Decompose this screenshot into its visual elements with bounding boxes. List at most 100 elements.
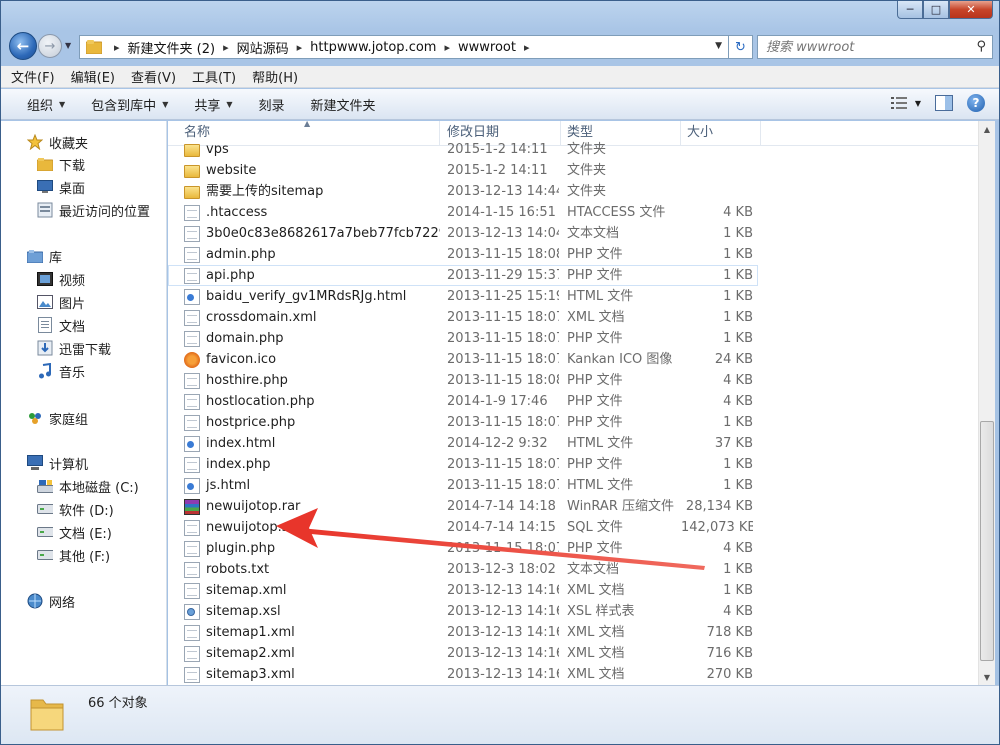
- file-row[interactable]: hostlocation.php 2014-1-9 17:46 PHP 文件 4 KB: [168, 391, 758, 412]
- search-input[interactable]: [764, 38, 968, 56]
- nav-item-drive-c[interactable]: 本地磁盘 (C:): [37, 475, 139, 497]
- doc-file-icon: [184, 540, 200, 557]
- file-name-cell: sitemap3.xml: [184, 664, 440, 685]
- nav-libraries[interactable]: 库: [27, 245, 62, 267]
- file-row[interactable]: sitemap2.xml 2013-12-13 14:16 XML 文档 716 KB: [168, 643, 758, 664]
- file-row[interactable]: crossdomain.xml 2013-11-15 18:07 XML 文档 1 K…: [168, 307, 758, 328]
- nav-item-thunder[interactable]: 迅雷下载: [37, 337, 111, 359]
- nav-item-documents[interactable]: 文档: [37, 314, 85, 336]
- nav-homegroup[interactable]: 家庭组: [27, 407, 88, 429]
- address-bar[interactable]: ▸ 新建文件夹 (2) ▸ 网站源码 ▸ httpwww.jotop.com ▸ wwwroo…: [79, 35, 729, 59]
- file-row[interactable]: js.html 2013-11-15 18:07 HTML 文件 1 KB: [168, 475, 758, 496]
- nav-network[interactable]: 网络: [27, 590, 75, 612]
- file-row[interactable]: .htaccess 2014-1-15 16:51 HTACCESS 文件 4 KB: [168, 202, 758, 223]
- nav-item-downloads[interactable]: 下载: [37, 153, 85, 175]
- nav-item-recent[interactable]: 最近访问的位置: [37, 199, 150, 221]
- breadcrumb-chevron-icon[interactable]: ▸: [524, 41, 530, 54]
- nav-favorites[interactable]: 收藏夹: [27, 131, 88, 153]
- doc-file-icon: [184, 582, 200, 599]
- file-row[interactable]: website 2015-1-2 14:11 文件夹: [168, 160, 758, 181]
- file-row[interactable]: robots.txt 2013-12-3 18:02 文本文档 1 KB: [168, 559, 758, 580]
- file-row[interactable]: vps 2015-1-2 14:11 文件夹: [168, 139, 758, 160]
- sort-ascending-icon: ▲: [304, 121, 311, 128]
- vertical-scrollbar[interactable]: ▲ ▼: [978, 121, 995, 685]
- file-row[interactable]: newuijotop.sql 2014-7-14 14:15 SQL 文件 142,0…: [168, 517, 758, 538]
- nav-item-drive-f[interactable]: 其他 (F:): [37, 544, 110, 566]
- file-row[interactable]: admin.php 2013-11-15 18:08 PHP 文件 1 KB: [168, 244, 758, 265]
- nav-item-videos[interactable]: 视频: [37, 268, 85, 290]
- file-row[interactable]: 3b0e0c83e8682617a7beb77fcb7229a... 2013-1…: [168, 223, 758, 244]
- file-row[interactable]: 需要上传的sitemap 2013-12-13 14:44 文件夹: [168, 181, 758, 202]
- file-name: .htaccess: [206, 205, 268, 220]
- breadcrumb-chevron-icon[interactable]: ▸: [297, 41, 303, 54]
- file-name-cell: admin.php: [184, 244, 440, 265]
- breadcrumb-item[interactable]: 网站源码: [237, 38, 289, 57]
- file-row[interactable]: plugin.php 2013-11-15 18:07 PHP 文件 4 KB: [168, 538, 758, 559]
- help-button[interactable]: ?: [967, 94, 985, 112]
- close-button[interactable]: ✕: [949, 1, 993, 19]
- breadcrumb-item[interactable]: wwwroot: [458, 40, 516, 55]
- ico-file-icon: [184, 351, 200, 368]
- recent-pages-dropdown-icon[interactable]: ▼: [65, 41, 71, 50]
- organize-button[interactable]: 组织 ▼: [27, 95, 65, 114]
- scroll-up-icon[interactable]: ▲: [979, 121, 995, 137]
- file-row[interactable]: index.html 2014-12-2 9:32 HTML 文件 37 KB: [168, 433, 758, 454]
- file-date: 2013-12-13 14:16: [447, 625, 559, 640]
- file-name: hostprice.php: [206, 415, 296, 430]
- file-type: XML 文档: [567, 646, 625, 661]
- folder-file-icon: [184, 144, 200, 157]
- nav-item-drive-e[interactable]: 文档 (E:): [37, 521, 112, 543]
- nav-computer[interactable]: 计算机: [27, 452, 88, 474]
- nav-item-music[interactable]: 音乐: [37, 360, 85, 382]
- view-mode-button[interactable]: ▼: [890, 96, 921, 110]
- breadcrumb-item[interactable]: 新建文件夹 (2): [128, 38, 216, 57]
- breadcrumb-item[interactable]: httpwww.jotop.com: [310, 40, 436, 55]
- scroll-down-icon[interactable]: ▼: [979, 669, 995, 685]
- menu-item[interactable]: 查看(V): [131, 67, 176, 86]
- file-row[interactable]: newuijotop.rar 2014-7-14 14:18 WinRAR 压缩文件…: [168, 496, 758, 517]
- doc-file-icon: [184, 225, 200, 242]
- file-row[interactable]: domain.php 2013-11-15 18:07 PHP 文件 1 KB: [168, 328, 758, 349]
- new-folder-button[interactable]: 新建文件夹: [311, 95, 376, 114]
- burn-button[interactable]: 刻录: [259, 95, 285, 114]
- include-in-library-button[interactable]: 包含到库中 ▼: [91, 95, 168, 114]
- refresh-button[interactable]: ↻: [729, 35, 753, 59]
- breadcrumb-chevron-icon[interactable]: ▸: [444, 41, 450, 54]
- file-row[interactable]: sitemap1.xml 2013-12-13 14:16 XML 文档 718 KB: [168, 622, 758, 643]
- nav-item-drive-d[interactable]: 软件 (D:): [37, 498, 114, 520]
- file-size: 4 KB: [723, 394, 753, 409]
- file-size: 1 KB: [723, 457, 753, 472]
- share-button[interactable]: 共享 ▼: [194, 95, 232, 114]
- file-name: newuijotop.rar: [206, 499, 301, 514]
- breadcrumb-chevron-icon[interactable]: ▸: [223, 41, 229, 54]
- file-date: 2013-11-29 15:37: [447, 268, 559, 283]
- minimize-button[interactable]: ─: [897, 1, 923, 19]
- nav-item-desktop[interactable]: 桌面: [37, 176, 85, 198]
- file-row[interactable]: hosthire.php 2013-11-15 18:08 PHP 文件 4 KB: [168, 370, 758, 391]
- file-row[interactable]: favicon.ico 2013-11-15 18:07 Kankan ICO 图像…: [168, 349, 758, 370]
- search-icon[interactable]: ⚲: [976, 39, 986, 54]
- address-dropdown-icon[interactable]: ▼: [715, 41, 722, 51]
- documents-icon: [37, 317, 53, 333]
- back-arrow-icon: ←: [16, 37, 30, 55]
- file-row[interactable]: sitemap3.xml 2013-12-13 14:16 XML 文档 270 KB: [168, 664, 758, 685]
- menu-item[interactable]: 文件(F): [11, 67, 55, 86]
- preview-pane-button[interactable]: [935, 95, 953, 111]
- file-row[interactable]: baidu_verify_gv1MRdsRJg.html 2013-11-25 1…: [168, 286, 758, 307]
- file-row[interactable]: index.php 2013-11-15 18:07 PHP 文件 1 KB: [168, 454, 758, 475]
- menu-item[interactable]: 编辑(E): [71, 67, 115, 86]
- back-button[interactable]: ←: [9, 32, 37, 60]
- html-file-icon: [184, 435, 200, 452]
- file-row[interactable]: api.php 2013-11-29 15:37 PHP 文件 1 KB: [168, 265, 758, 286]
- maximize-button[interactable]: □: [923, 1, 949, 19]
- file-row[interactable]: sitemap.xml 2013-12-13 14:16 XML 文档 1 KB: [168, 580, 758, 601]
- breadcrumb-chevron-icon[interactable]: ▸: [114, 41, 120, 54]
- menu-item[interactable]: 工具(T): [192, 67, 236, 86]
- nav-item-pictures[interactable]: 图片: [37, 291, 85, 313]
- search-box[interactable]: ⚲: [757, 35, 993, 59]
- file-row[interactable]: sitemap.xsl 2013-12-13 14:16 XSL 样式表 4 KB: [168, 601, 758, 622]
- file-row[interactable]: hostprice.php 2013-11-15 18:07 PHP 文件 1 KB: [168, 412, 758, 433]
- scroll-thumb[interactable]: [980, 421, 994, 661]
- menu-item[interactable]: 帮助(H): [252, 67, 298, 86]
- forward-button[interactable]: →: [38, 34, 62, 58]
